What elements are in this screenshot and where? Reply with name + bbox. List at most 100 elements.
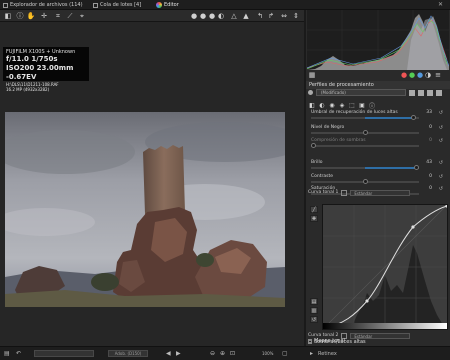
advanced-tab-icon[interactable]: ◈	[338, 101, 346, 109]
reset-icon[interactable]: ↺	[439, 174, 443, 180]
slider-value[interactable]: 43	[426, 160, 432, 165]
undo-icon[interactable]: ↶	[16, 350, 21, 358]
slider-value[interactable]: 0	[429, 174, 432, 179]
detail-window-icon[interactable]: ▢	[282, 350, 288, 358]
color-tab-icon[interactable]: ◉	[328, 101, 336, 109]
straighten-icon[interactable]: ⟋	[66, 12, 74, 20]
slider-row: Umbral de recuperación de luces altas 33 ↺	[308, 110, 446, 122]
curve-reset-icon[interactable]: ↺	[310, 316, 318, 323]
exif-shutter: 1/750s	[31, 55, 58, 63]
editor-toolbar: ◧ ⓘ ✋ ✛ ⌗ ⟋ ⌖ ● ● ● ◐ △ ▲ ↰ ↱ ⇔ ⇕	[0, 10, 304, 22]
zoom-fit-icon[interactable]: ⊡	[230, 350, 235, 358]
curve-load-icon[interactable]: ▤	[310, 298, 318, 305]
slider-knob[interactable]	[411, 115, 417, 120]
copy-profile-icon[interactable]	[427, 89, 433, 96]
zoom-out-icon[interactable]: ⊖	[210, 350, 215, 358]
curve1-row: Curva tonal 1 Estándar	[308, 189, 446, 196]
slider-track[interactable]	[311, 167, 419, 169]
preview-red-icon[interactable]: ●	[190, 12, 198, 20]
tool-tabs: ◧ ◐ ◉ ◈ ⬚ ▣ ⓘ	[308, 101, 448, 110]
tone-curve-editor[interactable]	[321, 204, 449, 330]
slider-label: Brillo	[311, 160, 323, 165]
prev-image-icon[interactable]: ◀	[166, 350, 171, 358]
color-picker-icon[interactable]: ✛	[40, 12, 48, 20]
save-profile-icon[interactable]	[418, 89, 424, 96]
exposure-tab-icon[interactable]: ◧	[308, 101, 316, 109]
folder-icon	[3, 2, 8, 8]
luminance-icon[interactable]: ◑	[424, 71, 432, 79]
slider-label: Umbral de recuperación de luces altas	[311, 110, 398, 115]
slider-knob[interactable]	[362, 179, 368, 184]
slider-knob[interactable]	[414, 165, 420, 170]
load-profile-icon[interactable]	[409, 89, 415, 96]
curve-edit-icon[interactable]: ╱	[310, 206, 318, 213]
slider-value[interactable]: 33	[426, 110, 432, 115]
tab-queue[interactable]: Cola de lotes [4]	[93, 1, 141, 9]
profile-box: Adob. (D150)	[108, 350, 148, 357]
slider-label: Compresión de sombras	[311, 138, 366, 143]
queue-icon	[93, 2, 98, 8]
preview-lum-icon[interactable]: ◐	[217, 12, 225, 20]
paste-profile-icon[interactable]	[436, 89, 442, 96]
slider-track[interactable]	[311, 145, 419, 147]
zoom-slider[interactable]	[34, 350, 94, 357]
curve1-edit-icon[interactable]	[341, 189, 348, 196]
history-icon[interactable]: ◧	[4, 12, 12, 20]
preview-blue-icon[interactable]: ●	[208, 12, 216, 20]
info-icon[interactable]: ⓘ	[16, 12, 24, 20]
slider-knob[interactable]	[362, 130, 368, 135]
detail-tab-icon[interactable]: ◐	[318, 101, 326, 109]
reset-icon[interactable]: ↺	[439, 138, 443, 144]
hand-icon[interactable]: ✋	[27, 12, 36, 20]
histogram-icon[interactable]: ▦	[308, 71, 316, 79]
slider-knob[interactable]	[310, 143, 316, 148]
slider-value[interactable]: 0	[429, 125, 432, 130]
meta-tab-icon[interactable]: ⓘ	[368, 101, 376, 110]
red-channel-icon[interactable]: ●	[400, 71, 408, 79]
curve-save-icon[interactable]: ▥	[310, 307, 318, 314]
reset-icon[interactable]: ↺	[439, 160, 443, 166]
green-channel-icon[interactable]: ●	[408, 71, 416, 79]
curve-pick-icon[interactable]: ✚	[310, 215, 318, 222]
histogram-toolbar: ▦ ● ● ● ◑ ≡	[306, 71, 450, 80]
slider-value[interactable]: 0	[429, 138, 432, 143]
close-icon[interactable]: ✕	[438, 1, 443, 8]
section-tone-mapping[interactable]: Mapeo tonal	[306, 337, 450, 345]
reset-icon[interactable]: ↺	[439, 110, 443, 116]
next-image-icon[interactable]: ▶	[176, 350, 181, 358]
toggle-filmstrip-icon[interactable]: ▤	[4, 350, 10, 358]
slider-label: Nivel de Negro	[311, 125, 345, 130]
zoom-in-icon[interactable]: ⊕	[220, 350, 225, 358]
curve-toolbar: ╱ ✚ ▤ ▥ ↺	[310, 204, 320, 330]
crop-icon[interactable]: ⌗	[54, 12, 62, 20]
status-bar: ▤ ↶ Adob. (D150) ◀ ▶ ⊖ ⊕ ⊡ 100% ▢ ▸ Reti…	[0, 346, 450, 360]
slider-row: Compresión de sombras 0 ↺	[308, 138, 446, 150]
blue-channel-icon[interactable]: ●	[416, 71, 424, 79]
reset-icon[interactable]: ↺	[439, 125, 443, 131]
photo-preview[interactable]	[5, 112, 285, 307]
perspective-icon[interactable]: ⌖	[78, 12, 86, 20]
preview-green-icon[interactable]: ●	[199, 12, 207, 20]
section-retinex-label: Retinex	[318, 351, 337, 357]
profile-select[interactable]: (Modificado)	[316, 89, 406, 96]
bar-view-icon[interactable]: ≡	[434, 71, 442, 79]
tab-editor[interactable]: Editor	[156, 1, 179, 9]
focus-mask-icon[interactable]: △	[230, 12, 238, 20]
profile-row: (Modificado)	[308, 88, 448, 97]
exif-size: 16.2 MP (4932x3282)	[6, 87, 50, 92]
transform-tab-icon[interactable]: ⬚	[348, 101, 356, 109]
rotate-left-icon[interactable]: ↰	[256, 12, 264, 20]
clipped-highlights-icon[interactable]: ▲	[242, 12, 250, 20]
tab-file-browser[interactable]: Explorador de archivos (114)	[3, 1, 83, 9]
section-toggle-icon[interactable]	[308, 339, 312, 343]
histogram	[306, 10, 450, 70]
exif-focal: 23.00mm	[36, 64, 74, 72]
slider-track[interactable]	[311, 117, 419, 119]
flip-v-icon[interactable]: ⇕	[292, 12, 300, 20]
rotate-right-icon[interactable]: ↱	[267, 12, 275, 20]
flip-h-icon[interactable]: ⇔	[280, 12, 288, 20]
image-viewer[interactable]: FUJIFILM X100S + Unknown f/11.0 1/750s I…	[0, 23, 304, 346]
tool-panel: ▦ ● ● ● ◑ ≡ Perfiles de procesamiento (M…	[306, 10, 450, 346]
curve1-mode-select[interactable]: Estándar	[350, 189, 411, 196]
raw-tab-icon[interactable]: ▣	[358, 101, 366, 109]
